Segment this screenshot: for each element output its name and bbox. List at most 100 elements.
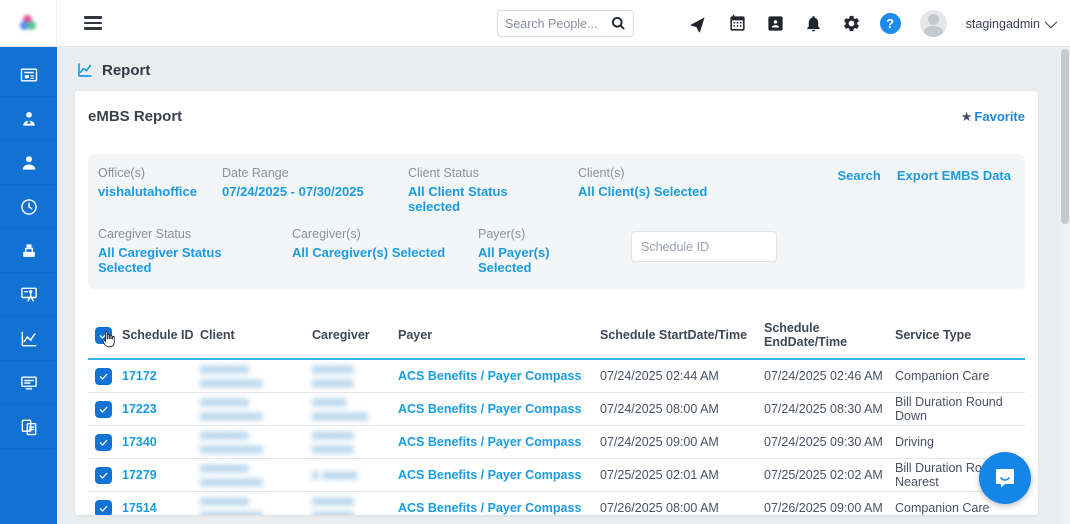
client-icon xyxy=(19,153,39,173)
sidebar-item-clients[interactable] xyxy=(0,141,57,185)
service-type: Bill Duration Round Down xyxy=(895,395,1025,423)
filter-panel: Search Export EMBS Data Office(s) vishal… xyxy=(88,154,1025,289)
clock-icon xyxy=(19,197,39,217)
schedule-id-link[interactable]: 17172 xyxy=(122,369,200,383)
filter-label: Caregiver(s) xyxy=(292,227,450,241)
page-scrollbar xyxy=(1060,47,1070,524)
filter-client-status: Client Status All Client Status selected xyxy=(408,166,550,214)
filter-value-offices[interactable]: vishalutahoffice xyxy=(98,184,194,199)
help-icon[interactable]: ? xyxy=(880,13,901,34)
caregiver-redacted: xxxxxx xxxxxx xyxy=(312,362,398,390)
col-start[interactable]: Schedule StartDate/Time xyxy=(600,328,764,342)
table-row: 17340 xxxxxxx xxxxxxxxx xxxxxx xxxxxx AC… xyxy=(88,426,1025,459)
search-input[interactable] xyxy=(505,17,611,31)
export-embs-data-button[interactable]: Export EMBS Data xyxy=(897,168,1011,183)
filter-label: Caregiver Status xyxy=(98,227,264,241)
table-row: 17514 xxxxxxx xxxxxxxxx xxxxxx xxxxxx AC… xyxy=(88,492,1025,515)
schedule-id-link[interactable]: 17223 xyxy=(122,402,200,416)
table-header: Schedule ID Client Caregiver Payer Sched… xyxy=(88,315,1025,360)
col-client[interactable]: Client xyxy=(200,328,312,342)
logo-icon xyxy=(20,15,36,31)
filter-payers: Payer(s) All Payer(s) Selected xyxy=(478,227,603,275)
start-datetime: 07/24/2025 08:00 AM xyxy=(600,402,764,416)
select-all-checkbox[interactable] xyxy=(95,327,112,344)
filter-value-client-status[interactable]: All Client Status selected xyxy=(408,184,550,214)
favorite-label: Favorite xyxy=(974,109,1025,124)
caregiver-redacted: xxxxx xxxxxxxx xyxy=(312,395,398,423)
client-redacted: xxxxxxx xxxxxxxxx xyxy=(200,461,312,489)
caregiver-redacted: x xxxxx xyxy=(312,468,398,482)
row-checkbox[interactable] xyxy=(95,368,112,385)
sidebar-item-dashboard[interactable] xyxy=(0,53,57,97)
search-icon xyxy=(611,16,626,31)
sidebar-item-reports[interactable] xyxy=(0,317,57,361)
payer-link[interactable]: ACS Benefits / Payer Compass xyxy=(398,435,600,449)
filter-caregiver-status: Caregiver Status All Caregiver Status Se… xyxy=(98,227,264,275)
chat-widget-button[interactable] xyxy=(979,452,1031,504)
search-button[interactable]: Search xyxy=(837,168,880,183)
avatar[interactable] xyxy=(920,10,947,37)
filter-clients: Client(s) All Client(s) Selected xyxy=(578,166,707,199)
scrollbar-thumb[interactable] xyxy=(1061,49,1069,224)
calendar-icon[interactable] xyxy=(728,14,747,33)
schedule-id-link[interactable]: 17340 xyxy=(122,435,200,449)
start-datetime: 07/25/2025 02:01 AM xyxy=(600,468,764,482)
col-end[interactable]: Schedule EndDate/Time xyxy=(764,321,895,349)
main-content: Report eMBS Report ★ Favorite Search Exp… xyxy=(57,47,1060,524)
schedule-id-input[interactable] xyxy=(631,231,777,262)
caregiver-icon xyxy=(19,109,39,129)
monitor-icon xyxy=(19,373,39,393)
filter-label: Payer(s) xyxy=(478,227,603,241)
col-schedule-id[interactable]: Schedule ID xyxy=(122,328,200,342)
rocket-icon[interactable] xyxy=(690,14,709,33)
row-checkbox[interactable] xyxy=(95,401,112,418)
row-checkbox[interactable] xyxy=(95,467,112,484)
app-logo[interactable] xyxy=(0,0,57,47)
service-type: Companion Care xyxy=(895,369,1025,383)
sidebar-item-monitor[interactable] xyxy=(0,361,57,405)
gear-icon[interactable] xyxy=(842,14,861,33)
sidebar xyxy=(0,47,57,524)
filter-value-payers[interactable]: All Payer(s) Selected xyxy=(478,245,603,275)
col-caregiver[interactable]: Caregiver xyxy=(312,328,398,342)
end-datetime: 07/25/2025 02:02 AM xyxy=(764,468,895,482)
filter-value-clients[interactable]: All Client(s) Selected xyxy=(578,184,707,199)
user-menu[interactable]: stagingadmin xyxy=(966,17,1054,31)
payer-link[interactable]: ACS Benefits / Payer Compass xyxy=(398,369,600,383)
bell-icon[interactable] xyxy=(804,14,823,33)
schedule-id-link[interactable]: 17514 xyxy=(122,501,200,515)
row-checkbox[interactable] xyxy=(95,500,112,516)
col-service-type[interactable]: Service Type xyxy=(895,328,1025,342)
favorite-button[interactable]: ★ Favorite xyxy=(961,109,1025,125)
payer-link[interactable]: ACS Benefits / Payer Compass xyxy=(398,501,600,515)
report-chart-icon xyxy=(76,61,94,79)
sidebar-item-schedules[interactable] xyxy=(0,185,57,229)
table-body: 17172 xxxxxxx xxxxxxxxx xxxxxx xxxxxx AC… xyxy=(88,360,1025,515)
table-row: 17279 xxxxxxx xxxxxxxxx x xxxxx ACS Bene… xyxy=(88,459,1025,492)
end-datetime: 07/26/2025 09:00 AM xyxy=(764,501,895,515)
contact-card-icon[interactable] xyxy=(766,14,785,33)
filter-label: Client Status xyxy=(408,166,550,180)
filter-value-caregiver-status[interactable]: All Caregiver Status Selected xyxy=(98,245,264,275)
row-checkbox[interactable] xyxy=(95,434,112,451)
sidebar-item-billing[interactable] xyxy=(0,229,57,273)
payer-link[interactable]: ACS Benefits / Payer Compass xyxy=(398,402,600,416)
col-payer[interactable]: Payer xyxy=(398,328,600,342)
hamburger-menu-icon[interactable] xyxy=(84,13,102,33)
embs-table: Schedule ID Client Caregiver Payer Sched… xyxy=(88,315,1025,515)
filter-value-caregivers[interactable]: All Caregiver(s) Selected xyxy=(292,245,450,260)
sidebar-item-documents[interactable] xyxy=(0,405,57,449)
table-row: 17172 xxxxxxx xxxxxxxxx xxxxxx xxxxxx AC… xyxy=(88,360,1025,393)
filter-label: Client(s) xyxy=(578,166,707,180)
filter-date-range: Date Range 07/24/2025 - 07/30/2025 xyxy=(222,166,380,199)
filter-value-date-range[interactable]: 07/24/2025 - 07/30/2025 xyxy=(222,184,380,199)
end-datetime: 07/24/2025 02:46 AM xyxy=(764,369,895,383)
start-datetime: 07/26/2025 08:00 AM xyxy=(600,501,764,515)
table-row: 17223 xxxxxxx xxxxxxxxx xxxxx xxxxxxxx A… xyxy=(88,393,1025,426)
sidebar-item-training[interactable] xyxy=(0,273,57,317)
training-icon xyxy=(19,285,39,305)
people-search[interactable] xyxy=(497,10,634,37)
schedule-id-link[interactable]: 17279 xyxy=(122,468,200,482)
sidebar-item-caregivers[interactable] xyxy=(0,97,57,141)
payer-link[interactable]: ACS Benefits / Payer Compass xyxy=(398,468,600,482)
